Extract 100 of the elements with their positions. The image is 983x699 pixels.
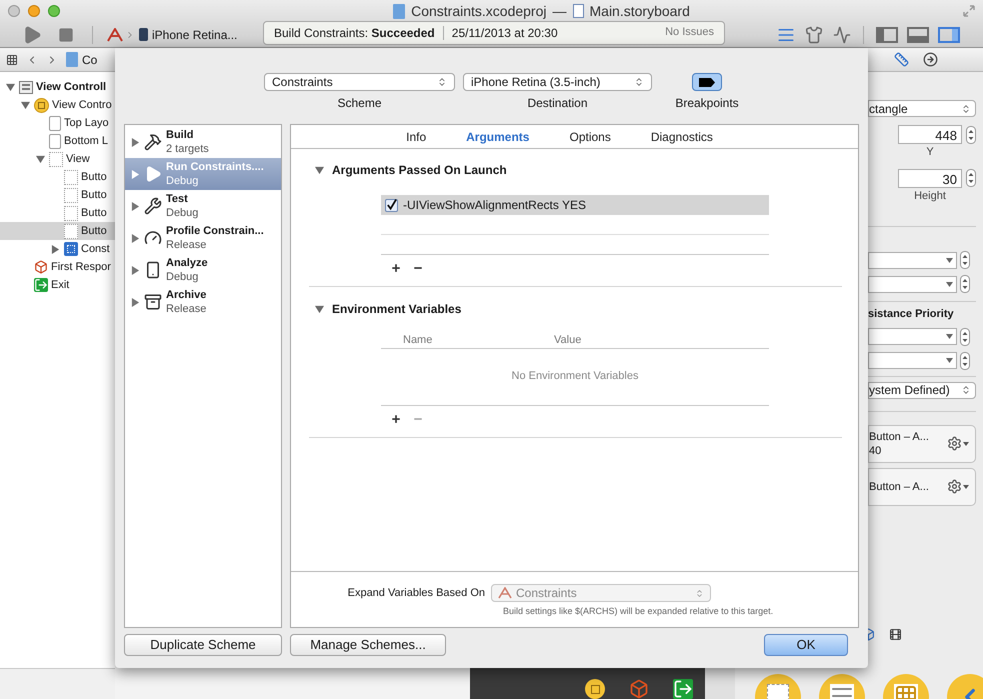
disclosure-triangle-icon[interactable]: [315, 304, 324, 314]
stepper[interactable]: [966, 126, 976, 144]
gauge-icon: [144, 229, 162, 247]
disclosure-triangle-icon[interactable]: [51, 244, 60, 254]
navigator-row[interactable]: Const: [0, 240, 115, 258]
number-field[interactable]: 448: [898, 125, 962, 144]
zoom-button[interactable]: [48, 5, 60, 17]
navigator-label: Exit: [51, 278, 70, 293]
dropdown[interactable]: [868, 328, 957, 345]
dropdown[interactable]: [868, 276, 957, 292]
gear-icon[interactable]: [947, 479, 962, 494]
film-icon[interactable]: [889, 628, 902, 641]
breakpoint-icon: [699, 78, 715, 86]
stepper[interactable]: [960, 352, 970, 370]
stepper[interactable]: [960, 275, 970, 293]
popup-button[interactable]: iPhone Retina (3.5-inch): [463, 73, 652, 91]
scheme-action[interactable]: Test Debug: [125, 190, 281, 222]
constraint-card[interactable]: Button – A...: [868, 468, 976, 506]
scheme-action[interactable]: Build 2 targets: [125, 126, 281, 158]
navigator-row[interactable]: Butto: [0, 186, 115, 204]
popup-arrows-icon: [634, 77, 644, 87]
navigator-row[interactable]: View Controll: [0, 78, 115, 96]
ruler-icon[interactable]: [894, 52, 909, 67]
editor-mode-button[interactable]: [805, 26, 823, 44]
guide-icon: [49, 134, 61, 148]
navigator-label: Const: [81, 242, 110, 257]
exit-icon: [673, 679, 693, 699]
remove-button[interactable]: −: [411, 261, 425, 276]
constraints-icon: [64, 242, 78, 256]
jump-bar-item[interactable]: Co: [82, 50, 98, 68]
action-detail: 2 targets: [166, 142, 209, 156]
navigator-row[interactable]: Butto: [0, 168, 115, 186]
caret-icon: [946, 258, 953, 262]
navigator-row[interactable]: First Respor: [0, 258, 115, 276]
disclosure-triangle-icon[interactable]: [131, 266, 140, 274]
push-button[interactable]: Duplicate Scheme: [124, 634, 282, 656]
placeholder-popup[interactable]: ystem Defined): [868, 382, 976, 398]
disclosure-triangle-icon[interactable]: [36, 154, 45, 164]
disclosure-triangle-icon[interactable]: [131, 138, 140, 146]
navigator-label: First Respor: [51, 260, 111, 275]
navigator-row[interactable]: View: [0, 150, 115, 168]
navigator-label: Butto: [81, 206, 107, 221]
stepper[interactable]: [960, 251, 970, 269]
popup-arrows-icon: [437, 77, 447, 87]
close-button[interactable]: [8, 5, 20, 17]
stop-button[interactable]: [58, 26, 74, 42]
argument-row[interactable]: -UIViewShowAlignmentRects YES: [381, 195, 769, 215]
destination-menu[interactable]: iPhone Retina...: [152, 26, 257, 44]
cube-icon: [629, 679, 649, 699]
tab[interactable]: Diagnostics: [650, 128, 713, 146]
arrange-popup[interactable]: ctangle: [868, 100, 976, 117]
disclosure-triangle-icon[interactable]: [131, 298, 140, 306]
bottom-panel-icon[interactable]: [907, 26, 929, 42]
disclosure-triangle-icon[interactable]: [315, 166, 324, 174]
tab[interactable]: Options: [569, 128, 611, 146]
dropdown[interactable]: [868, 252, 957, 268]
stepper[interactable]: [966, 169, 976, 187]
number-field[interactable]: 30: [898, 168, 962, 188]
build-status: Build Constraints: Succeeded: [274, 24, 435, 42]
action-detail: Debug: [166, 174, 200, 188]
disclosure-triangle-icon[interactable]: [131, 170, 140, 178]
navigator-row[interactable]: View Contro: [0, 96, 115, 114]
left-panel-icon[interactable]: [876, 26, 898, 42]
popup-label: Scheme: [337, 95, 382, 112]
scheme-action[interactable]: Analyze Debug: [125, 254, 281, 286]
arrow-circle-icon[interactable]: [923, 52, 938, 67]
navigator-row[interactable]: Exit: [0, 276, 115, 294]
editor-mode-button[interactable]: [833, 26, 851, 44]
view-icon: [64, 170, 78, 184]
right-panel-icon[interactable]: [938, 26, 960, 42]
column-header: Value: [554, 333, 582, 348]
view-icon: [49, 152, 63, 166]
disclosure-triangle-icon[interactable]: [131, 234, 140, 242]
add-button[interactable]: +: [389, 261, 403, 276]
navigator-row[interactable]: Bottom L: [0, 132, 115, 150]
scheme-action[interactable]: Profile Constrain... Release: [125, 222, 281, 254]
push-button[interactable]: OK: [764, 634, 848, 656]
constraint-card[interactable]: Button – A... 40: [868, 424, 976, 462]
action-name: Test: [166, 192, 189, 206]
navigator-label: Butto: [81, 188, 107, 203]
popup-button[interactable]: Constraints: [264, 73, 455, 91]
add-button[interactable]: +: [389, 412, 403, 427]
checkbox[interactable]: [385, 198, 398, 212]
navigator-row[interactable]: Butto: [0, 204, 115, 222]
tab[interactable]: Info: [406, 128, 426, 146]
navigator-row[interactable]: Butto: [0, 222, 115, 240]
tab[interactable]: Arguments: [466, 128, 530, 146]
dropdown[interactable]: [868, 352, 957, 369]
navigator-label: Butto: [81, 170, 107, 185]
minimize-button[interactable]: [28, 5, 40, 17]
wrench-icon: [144, 197, 162, 215]
disclosure-triangle-icon[interactable]: [131, 202, 140, 210]
controller-icon: [34, 98, 49, 112]
stepper[interactable]: [960, 328, 970, 346]
push-button[interactable]: Manage Schemes...: [290, 634, 446, 656]
breakpoints-toggle[interactable]: [692, 73, 722, 91]
navigator-row[interactable]: Top Layo: [0, 114, 115, 132]
fullscreen-icon: [963, 5, 975, 17]
scheme-action[interactable]: Archive Release: [125, 286, 281, 318]
gear-icon[interactable]: [947, 436, 962, 451]
